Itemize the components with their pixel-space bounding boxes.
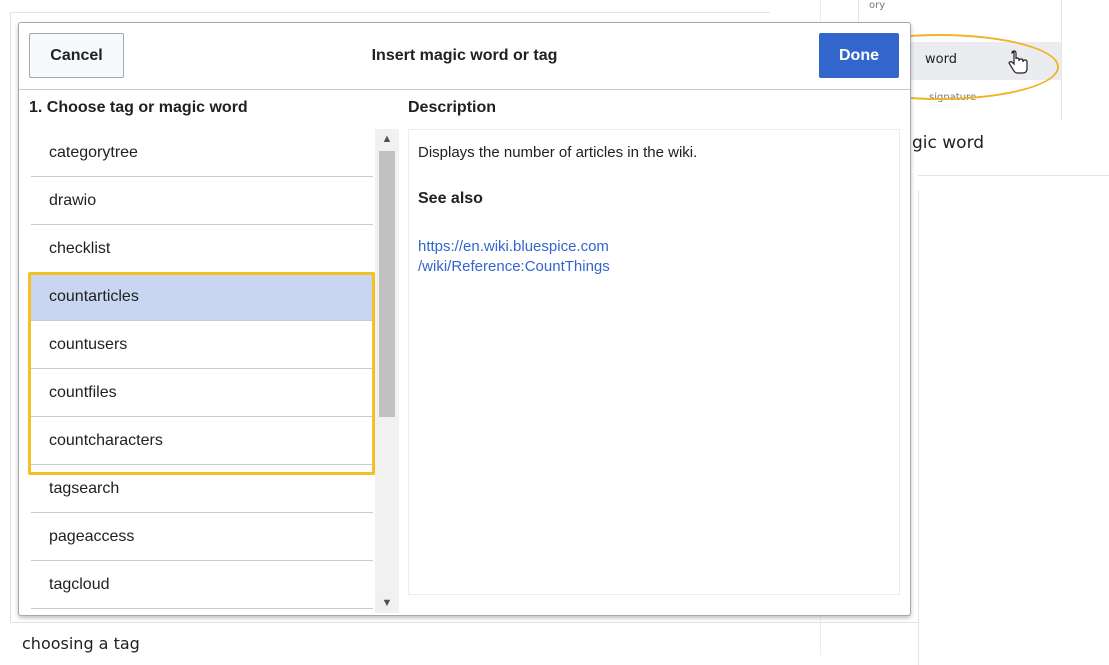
list-item-pageaccess[interactable]: pageaccess [31,513,373,561]
scroll-up-icon[interactable]: ▲ [375,129,399,149]
background-frame [10,622,918,623]
background-divider [918,175,1109,176]
done-button[interactable]: Done [819,33,899,78]
list-item-tagcloud[interactable]: tagcloud [31,561,373,609]
cancel-button[interactable]: Cancel [29,33,124,78]
reference-link[interactable]: https://en.wiki.bluespice.com /wiki/Refe… [418,237,610,277]
annotation-highlight-box [28,272,375,475]
description-heading: Description [408,99,497,116]
list-scrollbar[interactable]: ▲ ▼ [375,129,399,613]
description-text: Displays the number of articles in the w… [418,144,698,161]
background-frame [10,12,770,13]
list-item-drawio[interactable]: drawio [31,177,373,225]
dialog-title: Insert magic word or tag [371,47,558,64]
background-frame [10,12,11,622]
list-item-checklist[interactable]: checklist [31,225,373,273]
dialog-header: Insert magic word or tag Cancel Done [19,23,910,90]
background-caption: gic word [912,133,985,153]
list-item-categorytree[interactable]: categorytree [31,129,373,177]
menu-item-partial: ory [869,0,886,11]
scrollbar-thumb[interactable] [379,151,395,417]
image-caption: choosing a tag [22,634,140,653]
reference-link-line[interactable]: https://en.wiki.bluespice.com [418,237,610,257]
description-panel: Displays the number of articles in the w… [408,129,900,595]
reference-link-line[interactable]: /wiki/Reference:CountThings [418,257,610,277]
scroll-down-icon[interactable]: ▼ [375,593,399,613]
insert-magic-word-dialog: Insert magic word or tag Cancel Done 1. … [18,22,911,616]
hand-cursor-icon [1008,50,1028,74]
see-also-heading: See also [418,190,483,207]
list-heading: 1. Choose tag or magic word [29,99,248,116]
background-frame [918,190,919,665]
